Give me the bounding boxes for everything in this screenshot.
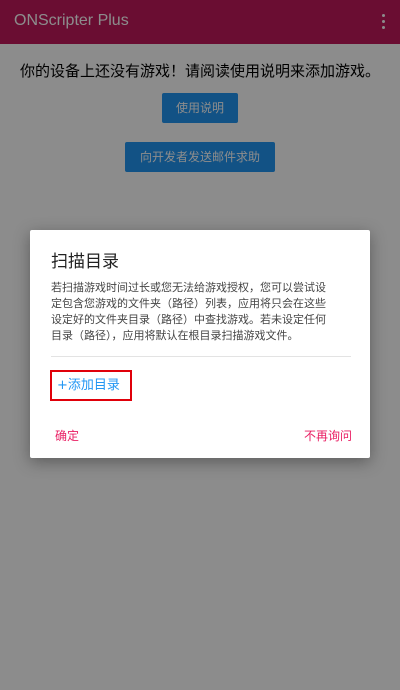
dont-ask-again-button[interactable]: 不再询问 <box>304 427 352 444</box>
dialog-message-line: 若扫描游戏时间过长或您无法给游戏授权，您可以尝试设 <box>51 281 326 294</box>
scan-directory-dialog: 扫描目录 若扫描游戏时间过长或您无法给游戏授权，您可以尝试设 定包含您游戏的文件… <box>30 230 370 458</box>
dialog-divider <box>51 356 351 357</box>
confirm-button[interactable]: 确定 <box>55 427 79 444</box>
dialog-message-line: 设定好的文件夹目录（路径）中查找游戏。若未设定任何 <box>51 313 326 326</box>
dialog-message-line: 定包含您游戏的文件夹（路径）列表，应用将只会在这些 <box>51 297 326 310</box>
dialog-message: 若扫描游戏时间过长或您无法给游戏授权，您可以尝试设 定包含您游戏的文件夹（路径）… <box>51 280 351 344</box>
add-directory-button[interactable]: +添加目录 <box>50 370 132 401</box>
dialog-title: 扫描目录 <box>51 252 119 272</box>
dialog-message-line: 目录（路径），应用将默认在根目录扫描游戏文件。 <box>51 329 299 342</box>
